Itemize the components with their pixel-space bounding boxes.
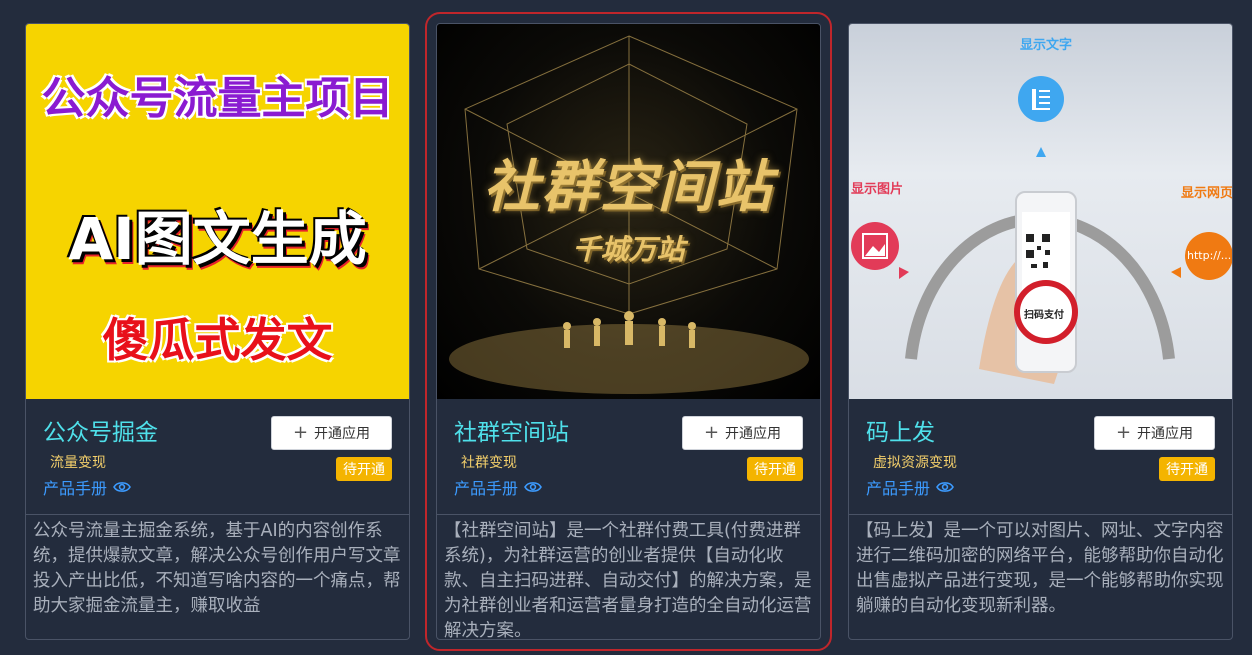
plus-icon: +	[703, 422, 720, 443]
cover-line-2: 千城万站	[572, 233, 685, 266]
open-label: 开通应用	[314, 426, 371, 442]
open-label: 开通应用	[725, 426, 782, 442]
product-manual-link[interactable]: 产品手册	[866, 475, 954, 499]
cover-line-1: 社群空间站	[483, 155, 774, 220]
manual-label: 产品手册	[866, 479, 931, 498]
pay-text: 扫码支付	[1024, 310, 1064, 321]
open-app-button[interactable]: + 开通应用	[1094, 416, 1215, 450]
card-info: 码上发 虚拟资源变现 产品手册 + 开通应用 待开通	[849, 399, 1232, 515]
eye-icon	[113, 482, 131, 492]
cover-line-2: AI图文生成	[68, 205, 367, 273]
card-title[interactable]: 社群空间站	[454, 413, 569, 447]
product-manual-link[interactable]: 产品手册	[43, 475, 131, 499]
status-badge: 待开通	[747, 457, 803, 481]
cover-line-3: 傻瓜式发文	[102, 313, 333, 367]
eye-icon	[936, 482, 954, 492]
app-card-shequn[interactable]: 社群空间站 千城万站 社群空间站 社群变现 产品手册 + 开通应用 待开通 【社…	[425, 12, 832, 651]
card-info: 社群空间站 社群变现 产品手册 + 开通应用 待开通	[437, 399, 820, 515]
category-label: 社群变现	[461, 455, 517, 471]
category-label: 虚拟资源变现	[873, 455, 957, 471]
status-badge: 待开通	[1159, 457, 1215, 481]
card-description: 【社群空间站】是一个社群付费工具(付费进群系统)，为社群运营的创业者提供【自动化…	[444, 521, 812, 640]
label-image: 显示图片	[851, 182, 904, 197]
card-description: 公众号流量主掘金系统，基于AI的内容创作系统，提供爆款文章，解决公众号创作用户写…	[33, 521, 401, 616]
manual-label: 产品手册	[454, 479, 519, 498]
category-label: 流量变现	[50, 455, 106, 471]
cover-image: 公众号流量主项目 AI图文生成 傻瓜式发文	[26, 24, 409, 399]
label-text: 显示文字	[1020, 38, 1073, 53]
plus-icon: +	[292, 422, 309, 443]
label-web: 显示网页	[1181, 186, 1232, 201]
card-title[interactable]: 公众号掘金	[43, 413, 158, 447]
card-info: 公众号掘金 流量变现 产品手册 + 开通应用 待开通	[26, 399, 409, 515]
app-card-mashangfa[interactable]: 显示文字 显示图片 显示网页 http://... 扫码支付 码上发 虚拟资源变…	[848, 23, 1233, 640]
product-manual-link[interactable]: 产品手册	[454, 475, 542, 499]
card-title[interactable]: 码上发	[866, 413, 935, 447]
status-badge: 待开通	[336, 457, 392, 481]
manual-label: 产品手册	[43, 479, 108, 498]
open-app-button[interactable]: + 开通应用	[682, 416, 803, 450]
plus-icon: +	[1115, 422, 1132, 443]
url-text: http://...	[1187, 249, 1232, 262]
cover-image: 显示文字 显示图片 显示网页 http://... 扫码支付	[849, 24, 1232, 399]
open-app-button[interactable]: + 开通应用	[271, 416, 392, 450]
qr-illustration	[851, 76, 1232, 384]
eye-icon	[524, 482, 542, 492]
cover-image: 社群空间站 千城万站	[437, 24, 820, 399]
app-card-gongzhonghao[interactable]: 公众号流量主项目 AI图文生成 傻瓜式发文 公众号掘金 流量变现 产品手册 + …	[25, 23, 410, 640]
cover-line-1: 公众号流量主项目	[41, 73, 394, 124]
card-description: 【码上发】是一个可以对图片、网址、文字内容进行二维码加密的网络平台，能够帮助你自…	[856, 521, 1224, 616]
open-label: 开通应用	[1137, 426, 1194, 442]
